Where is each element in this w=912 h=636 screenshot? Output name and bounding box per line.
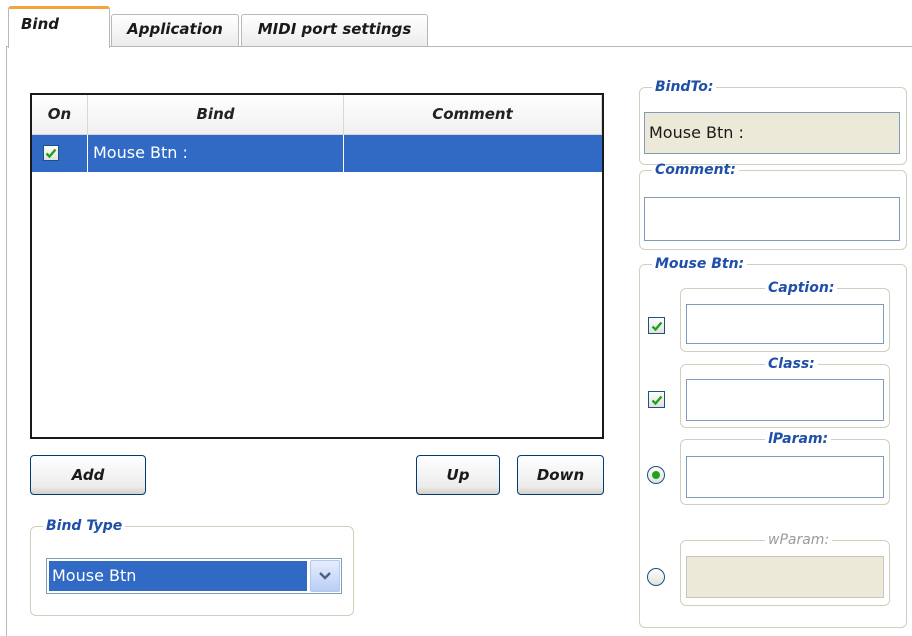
bind-type-select[interactable]: Mouse Btn xyxy=(46,558,342,594)
bind-to-legend: BindTo: xyxy=(655,79,714,95)
chevron-down-icon xyxy=(319,572,331,580)
add-button[interactable]: Add xyxy=(30,455,146,495)
caption-input[interactable] xyxy=(686,304,884,344)
column-header-on[interactable]: On xyxy=(32,95,88,135)
check-icon xyxy=(45,148,57,159)
caption-checkbox[interactable] xyxy=(648,317,665,334)
bind-type-selected-value: Mouse Btn xyxy=(49,561,307,591)
row-enabled-checkbox[interactable] xyxy=(43,145,59,161)
down-button[interactable]: Down xyxy=(517,455,604,495)
wparam-radio[interactable] xyxy=(647,568,665,586)
radio-selected-dot xyxy=(652,471,660,479)
column-header-bind[interactable]: Bind xyxy=(88,95,344,135)
column-header-comment[interactable]: Comment xyxy=(344,95,602,135)
caption-legend: Caption: xyxy=(768,280,835,296)
up-button[interactable]: Up xyxy=(416,455,500,495)
row-on-cell xyxy=(32,135,88,172)
dropdown-button[interactable] xyxy=(310,560,340,592)
mouse-btn-legend: Mouse Btn: xyxy=(655,256,745,272)
row-bind-cell: Mouse Btn : xyxy=(88,135,344,172)
class-checkbox[interactable] xyxy=(648,391,665,408)
tab-bind[interactable]: Bind xyxy=(8,6,110,48)
tab-midi-port-settings[interactable]: MIDI port settings xyxy=(241,14,428,46)
tab-application[interactable]: Application xyxy=(111,14,239,46)
class-input[interactable] xyxy=(686,379,884,421)
bind-list-header: On Bind Comment xyxy=(32,95,602,135)
bind-type-legend: Bind Type xyxy=(46,518,123,534)
check-icon xyxy=(651,395,662,405)
wparam-legend: wParam: xyxy=(768,532,830,548)
tab-midi-port-settings-label: MIDI port settings xyxy=(257,20,412,38)
check-icon xyxy=(651,321,662,331)
comment-legend: Comment: xyxy=(655,162,736,178)
row-comment-cell xyxy=(344,135,602,172)
table-row[interactable]: Mouse Btn : xyxy=(32,135,602,172)
comment-input[interactable] xyxy=(644,197,900,241)
lparam-legend: lParam: xyxy=(768,431,829,447)
bind-list[interactable]: On Bind Comment Mouse Btn : xyxy=(30,93,604,439)
lparam-radio[interactable] xyxy=(647,466,665,484)
tab-application-label: Application xyxy=(127,20,223,38)
bind-to-field: Mouse Btn : xyxy=(644,112,900,154)
wparam-input xyxy=(686,556,884,598)
class-legend: Class: xyxy=(768,356,815,372)
tab-bind-label: Bind xyxy=(21,15,59,33)
lparam-input[interactable] xyxy=(686,456,884,498)
